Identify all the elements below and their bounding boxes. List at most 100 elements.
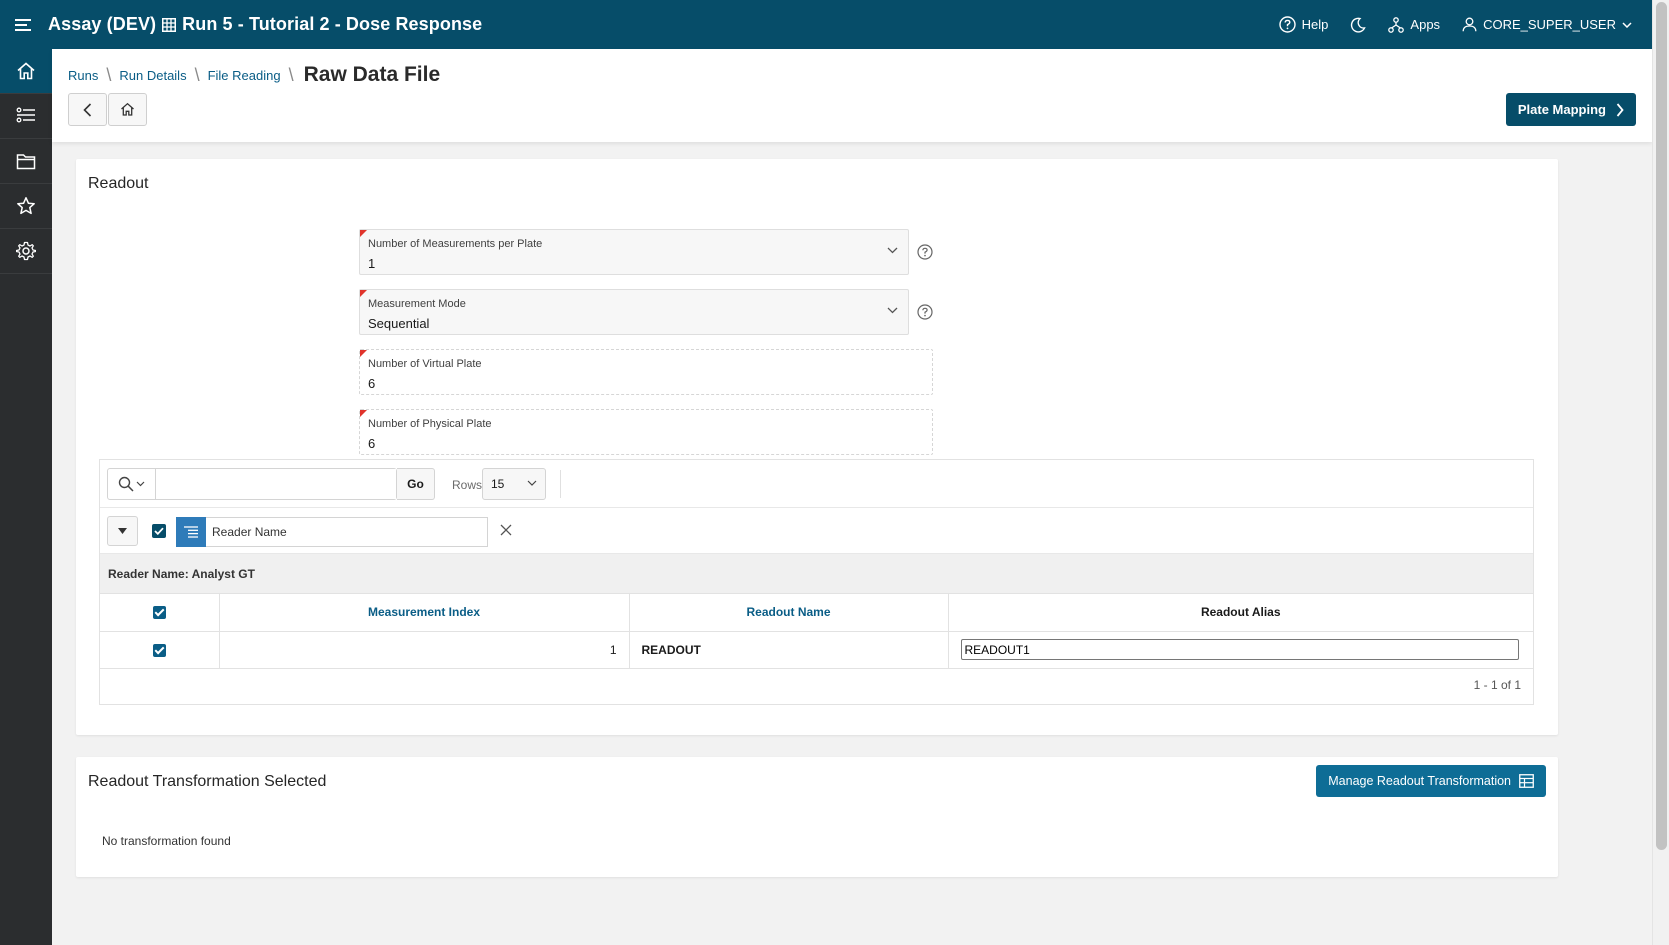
readout-region-title: Readout	[88, 175, 149, 192]
help-menu-button[interactable]: Help	[1278, 16, 1329, 33]
breadcrumb-separator: \	[106, 64, 112, 85]
breadcrumb-file-reading[interactable]: File Reading	[208, 68, 281, 83]
manage-readout-transformation-button[interactable]: Manage Readout Transformation	[1316, 765, 1546, 797]
report-toolbar: Go Rows 15	[100, 460, 1533, 508]
help-circle-icon[interactable]	[917, 244, 933, 260]
field-value: 6	[368, 436, 376, 451]
breadcrumb: Runs \ Run Details \ File Reading \ Raw …	[68, 63, 440, 87]
readout-region: Readout Number of Measurements per Plate…	[76, 159, 1558, 735]
search-column-selector[interactable]	[108, 469, 156, 499]
breadcrumb-separator: \	[194, 64, 200, 85]
main-content: Runs \ Run Details \ File Reading \ Raw …	[52, 49, 1652, 945]
plate-mapping-button[interactable]: Plate Mapping	[1505, 93, 1636, 126]
manage-transformation-label: Manage Readout Transformation	[1328, 774, 1511, 788]
page-title: Raw Data File	[303, 63, 441, 86]
rows-per-page-select[interactable]: 15	[482, 468, 546, 500]
menu-toggle-button[interactable]	[0, 0, 48, 49]
column-header-readout-name[interactable]: Readout Name	[746, 605, 830, 619]
home-icon	[121, 102, 134, 116]
help-label: Help	[1301, 17, 1329, 32]
filter-enabled-checkbox[interactable]	[152, 524, 166, 538]
vertical-scrollbar[interactable]	[1652, 0, 1669, 945]
theme-toggle-button[interactable]	[1350, 17, 1367, 33]
apps-hierarchy-icon	[1388, 16, 1405, 33]
pagination-info: 1 - 1 of 1	[1473, 678, 1521, 692]
row-select-cell	[100, 631, 220, 669]
column-header-readout-alias: Readout Alias	[1200, 605, 1281, 620]
field-label: Number of Physical Plate	[368, 418, 492, 430]
chevron-right-icon	[1616, 102, 1624, 117]
help-circle-icon[interactable]	[917, 304, 933, 320]
help-circle-icon	[1278, 16, 1296, 33]
home-icon	[17, 62, 35, 80]
scrollbar-thumb[interactable]	[1656, 2, 1667, 850]
top-navigation-bar: Assay (DEV) Run 5 - Tutorial 2 - Dose Re…	[0, 0, 1652, 49]
table-row: 1 READOUT	[100, 631, 1533, 669]
select-all-header	[100, 594, 220, 632]
star-icon	[17, 197, 35, 215]
caret-down-icon	[118, 528, 127, 534]
table-icon	[1519, 774, 1534, 788]
transformation-region-title: Readout Transformation Selected	[88, 773, 327, 790]
moon-icon	[1351, 17, 1367, 33]
gear-icon	[16, 241, 36, 261]
field-label: Number of Measurements per Plate	[368, 238, 543, 250]
user-menu-button[interactable]: CORE_SUPER_USER	[1462, 17, 1632, 32]
search-box	[107, 468, 397, 500]
nav-item-home[interactable]	[0, 49, 52, 94]
readout-alias-input[interactable]	[960, 639, 1519, 660]
user-label: CORE_SUPER_USER	[1483, 17, 1616, 32]
app-title: Assay (DEV) Run 5 - Tutorial 2 - Dose Re…	[48, 14, 482, 35]
chevron-down-icon	[527, 480, 537, 486]
back-button[interactable]	[68, 93, 107, 126]
nav-item-favorites[interactable]	[0, 184, 52, 229]
chevron-down-icon	[887, 247, 898, 254]
control-break-filter[interactable]: Reader Name	[176, 516, 488, 547]
column-header-measurement-index[interactable]: Measurement Index	[368, 605, 480, 619]
plate-mapping-label: Plate Mapping	[1517, 102, 1606, 117]
empty-state-text: No transformation found	[102, 834, 231, 848]
apps-menu-button[interactable]: Apps	[1388, 16, 1440, 33]
breadcrumb-runs[interactable]: Runs	[68, 68, 98, 83]
close-icon[interactable]	[500, 524, 512, 536]
search-input[interactable]	[156, 469, 396, 499]
nav-item-folders[interactable]	[0, 139, 52, 184]
readout-table: Measurement Index Readout Name Readout A…	[100, 594, 1533, 669]
field-label: Number of Virtual Plate	[368, 358, 482, 370]
row-checkbox[interactable]	[152, 643, 166, 657]
go-button[interactable]: Go	[397, 468, 435, 500]
grid-icon	[162, 17, 177, 32]
filter-label: Reader Name	[212, 525, 287, 539]
measurement-mode-select[interactable]: Measurement Mode Sequential	[359, 289, 909, 335]
group-heading: Reader Name: Analyst GT	[100, 554, 1533, 594]
readout-name-cell: READOUT	[629, 631, 949, 669]
required-indicator	[360, 230, 367, 237]
collapse-filters-button[interactable]	[107, 516, 138, 546]
transformation-region: Readout Transformation Selected Manage R…	[76, 757, 1558, 877]
home-button[interactable]	[108, 93, 147, 126]
side-navigation	[0, 49, 52, 945]
list-icon	[16, 107, 35, 123]
breadcrumb-run-details[interactable]: Run Details	[119, 68, 186, 83]
chevron-down-icon	[887, 307, 898, 314]
page-context-title: Run 5 - Tutorial 2 - Dose Response	[182, 14, 483, 34]
readout-report: Go Rows 15 Reader Name Reader Name: Anal…	[99, 459, 1534, 705]
measurements-per-plate-select[interactable]: Number of Measurements per Plate 1	[359, 229, 909, 275]
field-value: 1	[368, 256, 376, 271]
required-indicator	[360, 410, 367, 417]
app-name[interactable]: Assay (DEV)	[48, 14, 156, 35]
user-icon	[1462, 17, 1477, 32]
field-value: 6	[368, 376, 376, 391]
breadcrumb-separator: \	[288, 64, 294, 85]
table-header-row: Measurement Index Readout Name Readout A…	[100, 594, 1533, 632]
chevron-down-icon	[1622, 21, 1632, 28]
page-title-bar: Runs \ Run Details \ File Reading \ Raw …	[52, 49, 1652, 142]
rows-label: Rows	[452, 478, 483, 492]
control-break-icon	[176, 516, 206, 547]
measurement-index-cell: 1	[219, 631, 630, 669]
report-filter-bar: Reader Name	[100, 508, 1533, 554]
nav-item-settings[interactable]	[0, 229, 52, 274]
select-all-checkbox[interactable]	[152, 606, 166, 620]
readout-alias-cell	[948, 631, 1533, 669]
nav-item-list[interactable]	[0, 94, 52, 139]
